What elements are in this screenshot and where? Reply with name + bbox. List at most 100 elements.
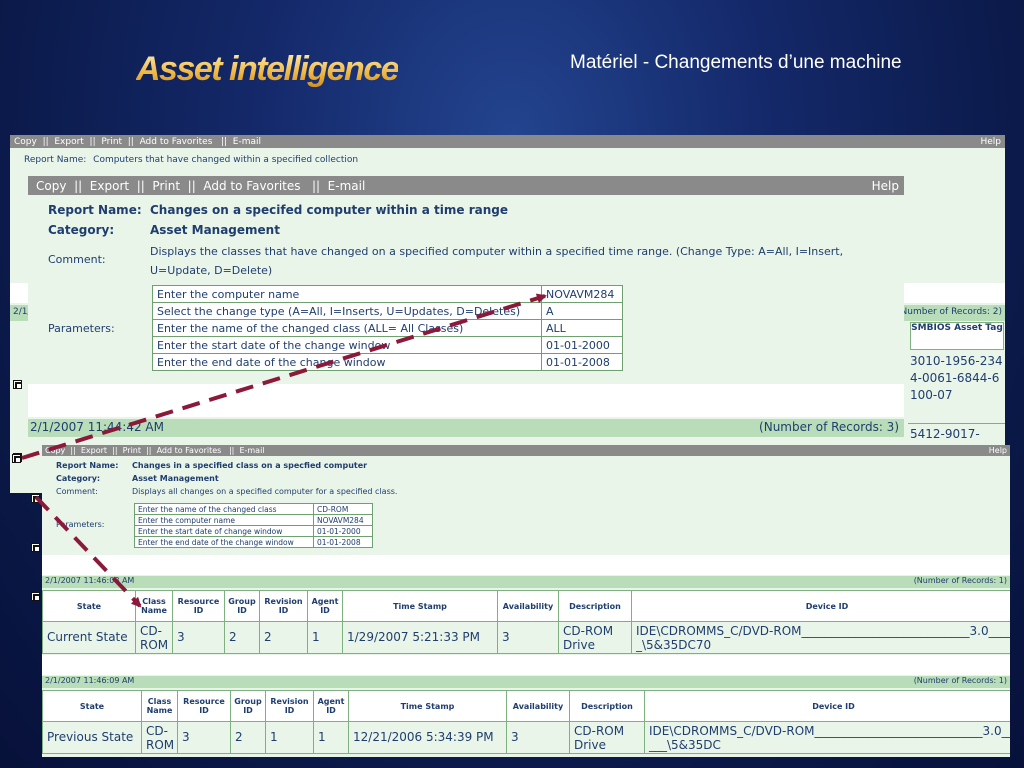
- param-value: NOVAVM284: [541, 285, 623, 303]
- col-class-name: Class Name: [135, 590, 173, 622]
- comment-label: Comment:: [48, 253, 106, 266]
- back-records-count: (Number of Records: 2): [897, 307, 1002, 317]
- report-name-label: Report Name:: [48, 203, 142, 217]
- cell-resource-id: 3: [177, 721, 231, 754]
- mid-report-window: Copy || Export || Print || Add to Favori…: [28, 176, 904, 448]
- param-row: Enter the end date of the change window 0…: [152, 353, 623, 371]
- cell-group-id: 2: [224, 621, 260, 654]
- param-row: Enter the computer name NOVAVM284: [152, 285, 623, 303]
- col-state: State: [42, 590, 136, 622]
- comment-value: Displays the classes that have changed o…: [150, 245, 844, 277]
- mid-records-count: (Number of Records: 3): [759, 420, 899, 434]
- print-link[interactable]: Print: [101, 137, 122, 147]
- export-link[interactable]: Export: [54, 137, 83, 147]
- param-name: Select the change type (A=All, I=Inserts…: [152, 302, 542, 320]
- drilldown-icon[interactable]: [12, 454, 21, 463]
- param-row: Enter the name of the changed class (ALL…: [152, 319, 623, 337]
- col-revision-id: Revision ID: [259, 590, 308, 622]
- col-class-name: Class Name: [141, 690, 178, 722]
- add-to-favorites-link[interactable]: Add to Favorites: [157, 446, 222, 455]
- smbios-header: SMBIOS Asset Tag: [910, 322, 1004, 350]
- cell-description: CD-ROM Drive: [569, 721, 645, 754]
- copy-link[interactable]: Copy: [36, 179, 66, 193]
- param-name: Enter the computer name: [134, 514, 314, 526]
- col-description: Description: [569, 690, 645, 722]
- copy-link[interactable]: Copy: [45, 446, 65, 455]
- help-link[interactable]: Help: [980, 137, 1001, 147]
- col-agent-id: Agent ID: [313, 690, 349, 722]
- cell-device-id: IDE\CDROMMS_C/DVD-ROM___________________…: [644, 721, 1010, 754]
- cell-device-id: IDE\CDROMMS_C/DVD-ROM___________________…: [631, 621, 1010, 654]
- param-row: Enter the name of the changed class CD-RO…: [134, 503, 373, 515]
- changes-table: State Class Name Resource ID Group ID Re…: [42, 590, 1010, 654]
- help-link[interactable]: Help: [872, 179, 899, 193]
- col-device-id: Device ID: [644, 690, 1010, 722]
- print-link[interactable]: Print: [152, 179, 180, 193]
- cell-state: Current State: [42, 621, 136, 654]
- section-date-bar: 2/1/2007 11:46:09 AM (Number of Records:…: [42, 676, 1010, 688]
- export-link[interactable]: Export: [81, 446, 107, 455]
- param-row: Enter the end date of the change window 0…: [134, 536, 373, 548]
- report-name-value: Changes on a specifed computer within a …: [150, 203, 509, 217]
- param-value: 01-01-2000: [541, 336, 623, 354]
- drilldown-icon[interactable]: [31, 494, 40, 503]
- cell-agent-id: 1: [313, 721, 349, 754]
- col-state: State: [42, 690, 142, 722]
- table-row: Previous State CD-ROM 3 2 1 1 12/21/2006…: [42, 721, 1010, 754]
- col-group-id: Group ID: [230, 690, 266, 722]
- col-time-stamp: Time Stamp: [348, 690, 507, 722]
- cell-group-id: 2: [230, 721, 266, 754]
- help-link[interactable]: Help: [989, 446, 1007, 455]
- param-name: Enter the computer name: [152, 285, 542, 303]
- comment-label: Comment:: [56, 487, 98, 496]
- param-value: CD-ROM: [313, 503, 373, 515]
- category-value: Asset Management: [132, 474, 219, 483]
- section-records-count: (Number of Records: 1): [913, 576, 1007, 585]
- add-to-favorites-link[interactable]: Add to Favorites: [203, 179, 300, 193]
- parameters-table: Enter the name of the changed class CD-RO…: [134, 503, 373, 548]
- email-link[interactable]: E-mail: [328, 179, 366, 193]
- cell-agent-id: 1: [307, 621, 343, 654]
- drilldown-icon[interactable]: [31, 543, 40, 552]
- param-value: NOVAVM284: [313, 514, 373, 526]
- header-row: State Class Name Resource ID Group ID Re…: [42, 690, 1010, 722]
- cell-class-name: CD-ROM: [135, 621, 173, 654]
- email-link[interactable]: E-mail: [239, 446, 264, 455]
- drilldown-icon[interactable]: [13, 380, 22, 389]
- print-link[interactable]: Print: [123, 446, 141, 455]
- cell-availability: 3: [497, 621, 559, 654]
- cell-state: Previous State: [42, 721, 142, 754]
- col-description: Description: [558, 590, 632, 622]
- table-row: Current State CD-ROM 3 2 2 1 1/29/2007 5…: [42, 621, 1010, 654]
- cell-description: CD-ROM Drive: [558, 621, 632, 654]
- param-value: 01-01-2000: [313, 525, 373, 537]
- parameters-table: Enter the computer name NOVAVM284 Select …: [152, 285, 623, 371]
- cell-revision-id: 1: [265, 721, 314, 754]
- col-group-id: Group ID: [224, 590, 260, 622]
- back-toolbar: Copy || Export || Print || Add to Favori…: [10, 135, 1005, 148]
- mid-date: 2/1/2007 11:44:42 AM: [30, 420, 164, 434]
- front-spacer: [42, 655, 1010, 675]
- category-label: Category:: [56, 474, 101, 483]
- add-to-favorites-link[interactable]: Add to Favorites: [140, 137, 213, 147]
- col-time-stamp: Time Stamp: [342, 590, 498, 622]
- param-name: Enter the end date of the change window: [134, 536, 314, 548]
- cell-time-stamp: 1/29/2007 5:21:33 PM: [342, 621, 498, 654]
- report-name-label: Report Name:: [24, 155, 87, 165]
- category-value: Asset Management: [150, 223, 280, 237]
- drilldown-icon[interactable]: [31, 592, 40, 601]
- front-toolbar: Copy || Export || Print || Add to Favori…: [42, 445, 1010, 456]
- export-link[interactable]: Export: [90, 179, 129, 193]
- mid-date-bar: 2/1/2007 11:44:42 AM (Number of Records:…: [28, 419, 904, 437]
- param-name: Enter the name of the changed class (ALL…: [152, 319, 542, 337]
- param-row: Enter the start date of change window 01-…: [134, 525, 373, 537]
- comment-value: Displays all changes on a specified comp…: [132, 487, 398, 496]
- param-name: Enter the end date of the change window: [152, 353, 542, 371]
- col-device-id: Device ID: [631, 590, 1010, 622]
- col-resource-id: Resource ID: [172, 590, 225, 622]
- param-value: 01-01-2008: [541, 353, 623, 371]
- category-label: Category:: [48, 223, 115, 237]
- copy-link[interactable]: Copy: [14, 137, 37, 147]
- param-row: Enter the computer name NOVAVM284: [134, 514, 373, 526]
- email-link[interactable]: E-mail: [233, 137, 261, 147]
